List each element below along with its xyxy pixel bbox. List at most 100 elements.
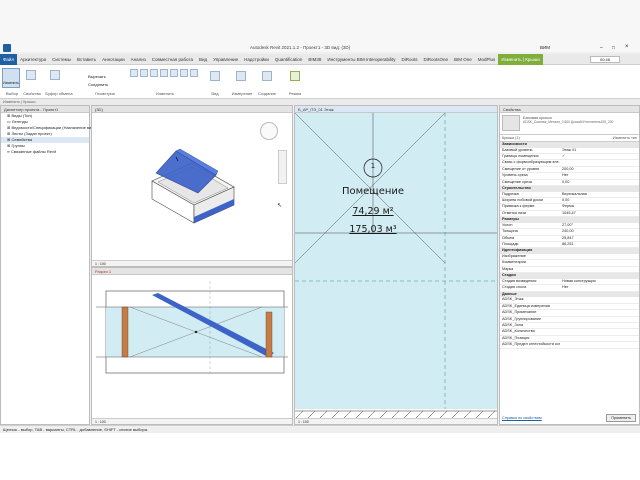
view-3d-scale[interactable]: 1 : 100 xyxy=(95,262,106,266)
property-value[interactable]: 1045,47 xyxy=(560,211,639,216)
navigation-bar[interactable] xyxy=(278,150,287,184)
properties-icon[interactable] xyxy=(26,70,36,80)
copy-icon[interactable] xyxy=(170,69,178,77)
tab-modplus[interactable]: ModPlus xyxy=(475,54,499,65)
property-value[interactable]: Новая конструкция xyxy=(560,279,639,284)
property-value[interactable]: 25,847 xyxy=(560,236,639,241)
property-value[interactable]: Нет xyxy=(560,173,639,178)
view-section[interactable]: Разрез 1 1 : 100 xyxy=(91,267,293,425)
rotate-icon[interactable] xyxy=(180,69,188,77)
property-value[interactable]: 240,00 xyxy=(560,229,639,234)
property-value[interactable]: Нет xyxy=(560,285,639,290)
cursor-icon: ↖ xyxy=(277,203,283,209)
viewcube-icon[interactable] xyxy=(260,122,278,140)
property-value[interactable]: Ферма xyxy=(560,204,639,209)
property-value[interactable] xyxy=(560,336,639,341)
tab-bim-interop[interactable]: Инструменты BIM Interoperability xyxy=(324,54,398,65)
view-plan-controlbar[interactable]: 1 : 100 xyxy=(295,418,497,424)
tab-addins[interactable]: Надстройки xyxy=(241,54,272,65)
type-selector[interactable]: Базовая крыша ADSK_Скатная_Металл_0.500 … xyxy=(500,113,639,135)
room-number[interactable]: 1 xyxy=(368,162,378,170)
property-value[interactable] xyxy=(560,160,639,165)
tab-view[interactable]: Вид xyxy=(196,54,210,65)
modify-tools-group[interactable] xyxy=(130,69,200,87)
properties-help-link[interactable]: Справка по свойствам xyxy=(502,416,542,420)
tab-collaborate[interactable]: Совместная работа xyxy=(149,54,196,65)
property-value[interactable]: 0,00 xyxy=(560,180,639,185)
join-label[interactable]: Соединить xyxy=(88,82,108,87)
view-section-controlbar[interactable]: 1 : 100 xyxy=(92,418,292,424)
property-value[interactable] xyxy=(560,267,639,272)
browser-item-label: Группы xyxy=(11,143,25,148)
browser-item-label: Связанные файлы Revit xyxy=(10,149,56,154)
tab-quantification[interactable]: Quantification xyxy=(272,54,306,65)
room-volume[interactable]: 175,03 м³ xyxy=(343,224,403,235)
property-value[interactable]: Этаж 01 xyxy=(560,148,639,153)
property-value[interactable] xyxy=(560,317,639,322)
tab-dirootsone[interactable]: DiRootsOne xyxy=(421,54,452,65)
view-plan-scale[interactable]: 1 : 100 xyxy=(298,420,309,424)
trim-icon[interactable] xyxy=(190,69,198,77)
room-name[interactable]: Помещение xyxy=(333,186,413,197)
tab-modify-roofs[interactable]: Изменить | Крыши xyxy=(498,54,543,65)
view-section-scale[interactable]: 1 : 100 xyxy=(95,420,106,424)
property-value[interactable]: ✓ xyxy=(560,154,639,159)
property-value[interactable] xyxy=(560,329,639,334)
property-value[interactable]: 0,00 xyxy=(560,198,639,203)
mirror-icon[interactable] xyxy=(150,69,158,77)
tab-insert[interactable]: Вставить xyxy=(74,54,99,65)
tab-bim38[interactable]: BIM38 xyxy=(305,54,324,65)
section-canvas[interactable] xyxy=(92,275,292,419)
property-name: Комментарии xyxy=(502,260,526,265)
bottom-strip xyxy=(0,433,640,480)
app-logo[interactable] xyxy=(3,44,11,52)
tab-bim-one[interactable]: BIM One xyxy=(451,54,475,65)
tab-manage[interactable]: Управление xyxy=(210,54,241,65)
property-value[interactable] xyxy=(560,342,639,347)
property-value[interactable]: 86,251 xyxy=(560,242,639,247)
property-name: Привязка к ферме xyxy=(502,204,535,209)
paste-icon[interactable] xyxy=(50,70,60,80)
tab-diroots[interactable]: DiRoots xyxy=(399,54,421,65)
minimize-button[interactable]: – xyxy=(600,45,603,51)
view-plan[interactable]: Б_АР_ПЭ_01 Этаж 1 Помещение 74,29 м² 175… xyxy=(294,105,498,425)
tab-annotate[interactable]: Аннотации xyxy=(99,54,128,65)
edit-footprint-icon[interactable] xyxy=(290,71,300,81)
maximize-button[interactable]: □ xyxy=(612,45,615,51)
instance-selector[interactable]: Крыши (1) xyxy=(502,136,520,140)
tab-file[interactable]: Файл xyxy=(0,54,18,65)
tab-systems[interactable]: Системы xyxy=(49,54,74,65)
project-browser-title: Диспетчер проекта - Проект1 xyxy=(1,106,89,113)
apply-button[interactable]: Применить xyxy=(606,414,636,422)
property-value[interactable] xyxy=(560,260,639,265)
modify-button[interactable]: Изменить xyxy=(2,68,20,88)
tab-architecture[interactable]: Архитектура xyxy=(17,54,49,65)
align-icon[interactable] xyxy=(130,69,138,77)
close-button[interactable]: × xyxy=(625,44,629,50)
clock-field[interactable]: 00:46 xyxy=(590,56,620,63)
plan-canvas[interactable] xyxy=(295,113,497,419)
property-value[interactable] xyxy=(560,304,639,309)
view-icon[interactable] xyxy=(210,71,220,81)
property-value[interactable] xyxy=(560,254,639,259)
offset-icon[interactable] xyxy=(140,69,148,77)
cut-label[interactable]: Вырезать xyxy=(88,74,106,79)
measure-icon[interactable] xyxy=(236,71,246,81)
view-3d-title: {3D} xyxy=(92,106,292,113)
user-name[interactable]: ВИМ xyxy=(540,45,550,50)
property-value[interactable]: Вертикальная xyxy=(560,192,639,197)
view-3d[interactable]: {3D} ↖ 1 : 100 xyxy=(91,105,293,267)
browser-item-links[interactable]: ∞ Связанные файлы Revit xyxy=(1,149,89,155)
property-value[interactable] xyxy=(560,310,639,315)
property-value[interactable]: 27,00° xyxy=(560,223,639,228)
property-row[interactable]: ADSK_Предел огнестойкости кон... xyxy=(500,342,639,349)
property-value[interactable] xyxy=(560,297,639,302)
tab-analyze[interactable]: Анализ xyxy=(128,54,149,65)
move-icon[interactable] xyxy=(160,69,168,77)
create-icon[interactable] xyxy=(262,71,272,81)
property-value[interactable]: 200,00 xyxy=(560,167,639,172)
room-area[interactable]: 74,29 м² xyxy=(343,206,403,217)
edit-type-button[interactable]: Изменить тип xyxy=(613,136,637,140)
view-3d-controlbar[interactable]: 1 : 100 xyxy=(92,260,292,266)
property-value[interactable] xyxy=(560,323,639,328)
